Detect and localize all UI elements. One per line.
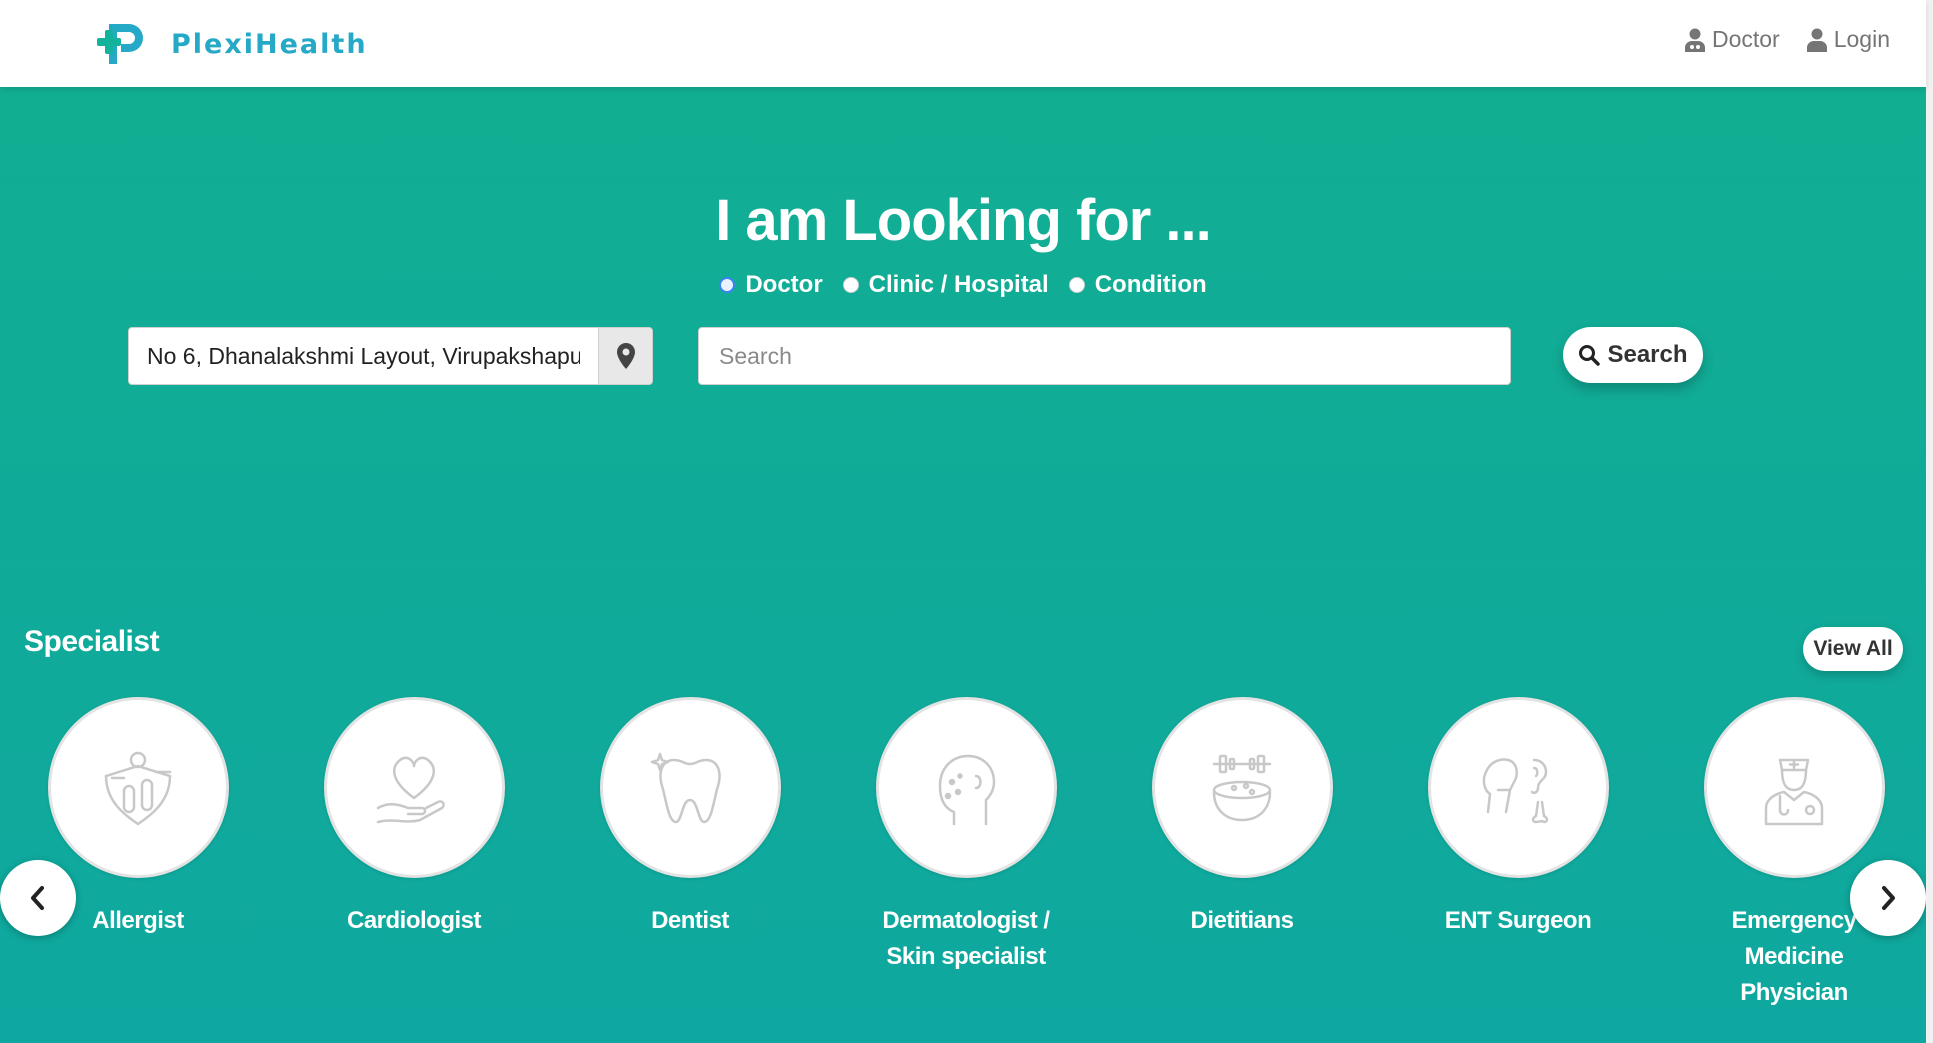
specialist-icon-circle [875,697,1057,878]
specialist-icon-circle [1427,697,1609,878]
search-icon [1579,345,1601,366]
specialist-title: Specialist [24,625,160,658]
specialist-icon-circle [1703,697,1885,878]
radio-doctor-label: Doctor [745,271,823,298]
specialist-card-dietitians[interactable]: Dietitians [1142,697,1342,939]
carousel-next-button[interactable] [1850,860,1926,936]
specialist-label: Dermatologist / Skin specialist [882,907,1050,970]
heart-hand-icon [376,756,445,823]
specialist-icon-circle [47,697,229,878]
nav-doctor-link[interactable]: Doctor [1684,26,1780,53]
specialist-card-cardiologist[interactable]: Cardiologist [314,697,514,939]
specialist-icon-circle [323,697,505,878]
specialist-card-dermatologist[interactable]: Dermatologist / Skin specialist [866,697,1066,975]
chevron-right-icon [1882,886,1895,910]
specialist-label: ENT Surgeon [1444,907,1592,934]
location-group [128,327,653,385]
radio-condition[interactable]: Condition [1068,271,1207,299]
search-type-radios: Doctor Clinic / Hospital Condition [0,271,1926,299]
view-all-button[interactable]: View All [1803,627,1903,671]
specialist-card-emergency-physician[interactable]: Emergency Medicine Physician [1694,697,1894,1011]
radio-clinic-dot[interactable] [842,277,859,293]
specialist-card-ent-surgeon[interactable]: ENT Surgeon [1418,697,1618,939]
search-button[interactable]: Search [1563,327,1703,383]
radio-doctor-dot[interactable] [719,277,736,293]
specialist-label: Dietitians [1190,907,1294,934]
hero-section: I am Looking for ... Doctor Clinic / Hos… [0,87,1926,1043]
radio-clinic-label: Clinic / Hospital [868,271,1049,298]
header-nav: Doctor Login [1684,26,1890,53]
page: PlexiHealth Doctor Login I am Looking fo… [0,0,1933,1043]
physician-icon [1764,758,1824,825]
map-marker-icon [616,343,635,369]
allergist-icon [104,751,172,826]
brand-logo[interactable]: PlexiHealth [95,20,368,68]
diet-bowl-icon [1212,754,1272,821]
search-input[interactable] [698,327,1511,385]
nav-doctor-label: Doctor [1711,26,1780,52]
specialist-icon-circle [599,697,781,878]
radio-condition-label: Condition [1094,271,1207,298]
top-navbar: PlexiHealth Doctor Login [0,0,1926,87]
ear-nose-throat-icon [1482,757,1549,823]
specialist-label: Cardiologist [346,907,482,934]
tooth-icon [650,752,721,823]
radio-clinic-hospital[interactable]: Clinic / Hospital [842,271,1049,299]
user-icon [1806,28,1827,52]
radio-doctor[interactable]: Doctor [719,271,823,299]
brand-name: PlexiHealth [171,28,368,60]
specialist-icon-circle [1151,697,1333,878]
plexihealth-logo-icon [97,24,143,64]
radio-condition-dot[interactable] [1068,277,1085,293]
nav-login-link[interactable]: Login [1806,26,1890,53]
detect-location-button[interactable] [598,327,653,385]
specialist-card-dentist[interactable]: Dentist [590,697,790,939]
nav-login-label: Login [1833,26,1890,52]
carousel-prev-button[interactable] [0,860,76,936]
hero-title: I am Looking for ... [715,188,1212,253]
doctor-icon [1684,28,1705,52]
face-skin-icon [938,754,996,825]
specialist-label: Dentist [651,907,729,934]
search-button-label: Search [1607,341,1688,368]
location-input[interactable] [128,327,598,385]
scrollbar-track[interactable] [1926,0,1933,1043]
chevron-left-icon [31,886,44,910]
